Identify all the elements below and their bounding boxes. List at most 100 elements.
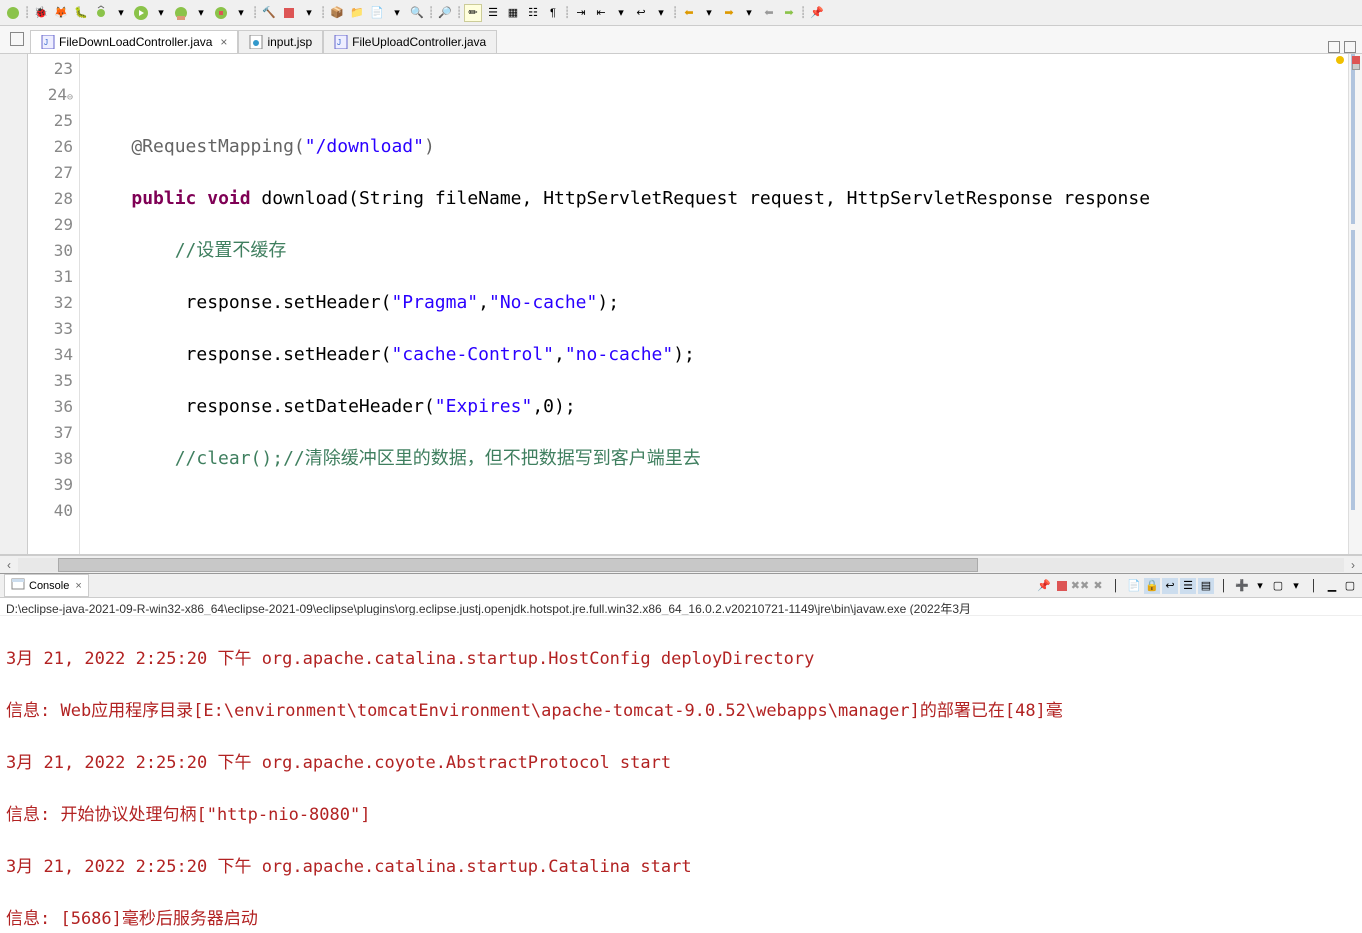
run-icon[interactable]	[132, 4, 150, 22]
scrollbar-track[interactable]	[18, 558, 1344, 572]
toolbar-separator: │	[1108, 578, 1124, 594]
maximize-editor-icon[interactable]	[1344, 41, 1356, 53]
code-area[interactable]: @RequestMapping("/download") public void…	[80, 54, 1348, 554]
toolbar-separator: │	[1216, 578, 1232, 594]
scroll-lock-icon[interactable]: 🔒	[1144, 578, 1160, 594]
line-number: 32	[28, 290, 79, 316]
open-type-icon[interactable]: 🔍	[408, 4, 426, 22]
dropdown-arrow-icon[interactable]: ▾	[152, 4, 170, 22]
jsp-file-icon	[249, 35, 263, 49]
toolbar-separator: ┊	[564, 4, 570, 22]
dropdown-arrow-icon[interactable]: ▾	[232, 4, 250, 22]
minimize-view-icon[interactable]: ▁	[1324, 578, 1340, 594]
line-number: 38	[28, 446, 79, 472]
dropdown-arrow-icon[interactable]: ▾	[612, 4, 630, 22]
console-line: 信息: 开始协议处理句柄["http-nio-8080"]	[6, 802, 1356, 828]
new-package-icon[interactable]: 📦	[328, 4, 346, 22]
wrap-icon[interactable]: ↩	[632, 4, 650, 22]
clear-console-icon[interactable]: 📄	[1126, 578, 1142, 594]
console-tab[interactable]: Console ×	[4, 574, 89, 597]
console-output[interactable]: 3月 21, 2022 2:25:20 下午 org.apache.catali…	[0, 616, 1362, 933]
dropdown-arrow-icon[interactable]: ▾	[300, 4, 318, 22]
tab-file-download-controller[interactable]: J FileDownLoadController.java ×	[30, 30, 238, 53]
code-line	[80, 498, 1348, 524]
toolbar-separator: ┊	[320, 4, 326, 22]
pin-console-icon[interactable]: 📌	[1036, 578, 1052, 594]
line-number: 33	[28, 316, 79, 342]
close-icon[interactable]: ×	[75, 580, 81, 592]
terminate-icon[interactable]	[1054, 578, 1070, 594]
show-ws-icon[interactable]: ¶	[544, 4, 562, 22]
run-config-icon[interactable]	[172, 4, 190, 22]
nav-back-icon[interactable]: ⬅	[680, 4, 698, 22]
dropdown-arrow-icon[interactable]: ▾	[652, 4, 670, 22]
block-select-icon[interactable]: ▦	[504, 4, 522, 22]
console-tab-label: Console	[29, 580, 69, 592]
tool-spider-icon[interactable]: 🐞	[32, 4, 50, 22]
console-line: 信息: [5686]毫秒后服务器启动	[6, 906, 1356, 932]
open-console-icon[interactable]: ➕	[1234, 578, 1250, 594]
scroll-right-icon[interactable]: ›	[1344, 558, 1362, 572]
code-line: public void download(String fileName, Ht…	[80, 186, 1348, 212]
tab-input-jsp[interactable]: input.jsp	[238, 30, 323, 53]
nav-fwd-icon[interactable]: ➡	[720, 4, 738, 22]
highlight-icon[interactable]: ✏	[464, 4, 482, 22]
dropdown-arrow-icon[interactable]: ▾	[388, 4, 406, 22]
code-line: System.out.println("fileName:" + fileNam…	[80, 550, 1348, 554]
console-line: 3月 21, 2022 2:25:20 下午 org.apache.catali…	[6, 854, 1356, 880]
close-icon[interactable]: ×	[220, 35, 227, 49]
maximize-view-icon[interactable]: ▢	[1342, 578, 1358, 594]
outdent-icon[interactable]: ⇤	[592, 4, 610, 22]
svg-text:J: J	[337, 38, 341, 47]
editor-area: 23 24⊖ 25 26 27 28 29 30 31 32 33 34 35 …	[0, 54, 1362, 555]
remove-terminated-icon[interactable]: ✖✖	[1072, 578, 1088, 594]
dropdown-arrow-icon[interactable]: ▾	[700, 4, 718, 22]
last-edit-icon[interactable]: ⬅	[760, 4, 778, 22]
scroll-left-icon[interactable]: ‹	[0, 558, 18, 572]
build-icon[interactable]: 🔨	[260, 4, 278, 22]
next-edit-icon[interactable]: ➡	[780, 4, 798, 22]
code-line	[80, 82, 1348, 108]
code-line: response.setDateHeader("Expires",0);	[80, 394, 1348, 420]
tab-file-upload-controller[interactable]: J FileUploadController.java	[323, 30, 497, 53]
stop-icon[interactable]	[280, 4, 298, 22]
toggle-comment-icon[interactable]: ☰	[484, 4, 502, 22]
horizontal-scrollbar[interactable]: ‹ ›	[0, 555, 1362, 573]
show-console-icon[interactable]: ☰	[1180, 578, 1196, 594]
console-process-path: D:\eclipse-java-2021-09-R-win32-x86_64\e…	[0, 598, 1362, 616]
dropdown-arrow-icon[interactable]: ▾	[1288, 578, 1304, 594]
tab-label: FileDownLoadController.java	[59, 35, 212, 49]
line-number: 36	[28, 394, 79, 420]
debug-menu-icon[interactable]	[92, 4, 110, 22]
indent-icon[interactable]: ⇥	[572, 4, 590, 22]
tool-fox-icon[interactable]: 🦊	[52, 4, 70, 22]
console-line: 3月 21, 2022 2:25:20 下午 org.apache.coyote…	[6, 750, 1356, 776]
format-icon[interactable]: ☷	[524, 4, 542, 22]
coverage-icon[interactable]	[212, 4, 230, 22]
new-class-icon[interactable]: 📄	[368, 4, 386, 22]
console-line: 3月 21, 2022 2:25:20 下午 org.apache.catali…	[6, 646, 1356, 672]
restart-icon[interactable]	[4, 4, 22, 22]
tab-right-controls	[1328, 41, 1362, 53]
minimize-editor-icon[interactable]	[1328, 41, 1340, 53]
new-folder-icon[interactable]: 📁	[348, 4, 366, 22]
editor-tabs: J FileDownLoadController.java × input.js…	[0, 26, 1362, 54]
overview-ruler[interactable]	[1348, 54, 1362, 554]
dropdown-arrow-icon[interactable]: ▾	[740, 4, 758, 22]
remove-all-icon[interactable]: ✖	[1090, 578, 1106, 594]
display-selected-icon[interactable]: ▤	[1198, 578, 1214, 594]
dropdown-arrow-icon[interactable]: ▾	[192, 4, 210, 22]
dropdown-arrow-icon[interactable]: ▾	[1252, 578, 1268, 594]
line-number: 27	[28, 160, 79, 186]
code-line: @RequestMapping("/download")	[80, 134, 1348, 160]
search-icon[interactable]: 🔎	[436, 4, 454, 22]
new-console-icon[interactable]: ▢	[1270, 578, 1286, 594]
dropdown-arrow-icon[interactable]: ▾	[112, 4, 130, 22]
word-wrap-icon[interactable]: ↩	[1162, 578, 1178, 594]
console-panel: Console × 📌 ✖✖ ✖ │ 📄 🔒 ↩ ☰ ▤ │ ➕ ▾ ▢ ▾ │	[0, 573, 1362, 933]
restore-panel-icon[interactable]	[10, 32, 24, 46]
scrollbar-thumb[interactable]	[58, 558, 978, 572]
pin-icon[interactable]: 📌	[808, 4, 826, 22]
tool-bug-icon[interactable]: 🐛	[72, 4, 90, 22]
line-number: 26	[28, 134, 79, 160]
